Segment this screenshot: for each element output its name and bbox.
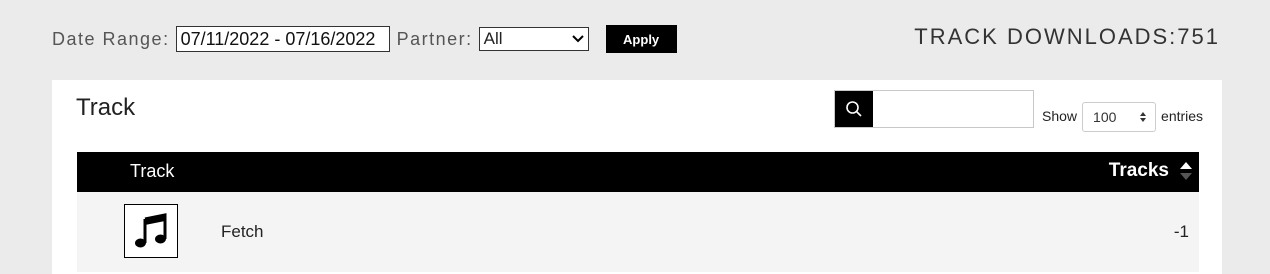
date-range-input[interactable]: 07/11/2022 - 07/16/2022 [175,26,390,52]
date-range-label: Date Range: [52,28,170,49]
search-button[interactable] [835,91,873,127]
search-icon [846,101,862,117]
track-name: Fetch [221,222,264,241]
show-entries: Show 100 entries [1042,100,1203,132]
updown-icon [1139,111,1147,123]
table-row[interactable]: Fetch -1 [77,192,1199,272]
track-downloads-count: TRACK DOWNLOADS:751 [914,24,1220,49]
filter-bar: Date Range: 07/11/2022 - 07/16/2022 Part… [52,24,677,54]
column-header-tracks[interactable]: Tracks [1109,160,1169,182]
card-title: Track [76,94,136,121]
column-header-track[interactable]: Track [130,161,174,182]
entries-select-value: 100 [1093,109,1117,125]
table-header: Track Tracks [77,152,1199,192]
entries-select[interactable]: 100 [1082,102,1157,132]
partner-select-value: All [483,29,503,48]
show-label: Show [1042,108,1078,124]
sort-icon[interactable] [1179,160,1193,182]
music-note-icon [124,204,178,258]
search-input[interactable] [873,91,1033,127]
track-count: -1 [1173,222,1189,241]
partner-label: Partner: [396,28,473,49]
partner-select[interactable]: All [478,27,589,51]
track-card: Track Show 100 entries Track Tracks Fetc… [52,80,1222,274]
search-box [834,90,1034,128]
entries-label: entries [1161,108,1204,124]
apply-button[interactable]: Apply [605,25,677,53]
chevron-down-icon [571,32,584,46]
